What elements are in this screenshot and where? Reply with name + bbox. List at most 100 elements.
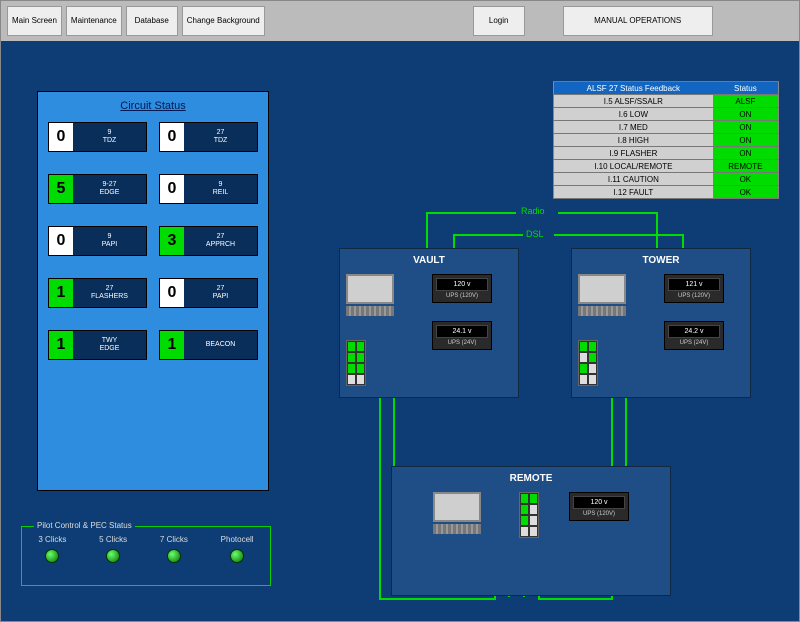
switch-port [356,363,365,374]
wire [558,212,658,214]
dsl-link-label: DSL [526,229,544,239]
circuit-tile[interactable]: 09REIL [159,174,258,204]
pilot-item-label: Photocell [221,535,254,544]
wire [379,598,496,600]
switch-port [529,526,538,537]
radio-link-label: Radio [521,206,545,216]
feedback-row-value: ON [713,134,779,147]
feedback-row-value: ON [713,147,779,160]
circuit-tile[interactable]: 1TWYEDGE [48,330,147,360]
switch-port [520,504,529,515]
feedback-row-label: I.11 CAUTION [554,173,713,186]
switch-port [529,515,538,526]
monitor-icon [346,274,402,322]
wire [453,234,523,236]
database-button[interactable]: Database [126,6,178,36]
circuit-tile[interactable]: 127FLASHERS [48,278,147,308]
circuit-count: 1 [160,331,184,359]
vault-node: VAULT 120 v UPS (120V) 24.1 v UPS (24V) [339,248,519,398]
pilot-item: 3 Clicks [38,535,66,563]
ups-120v: 120 v UPS (120V) [432,274,492,303]
switch-port [520,526,529,537]
wire [656,212,658,248]
switch-port [529,504,538,515]
circuit-label: 27APPRCH [184,227,257,255]
manual-operations-button[interactable]: MANUAL OPERATIONS [563,6,713,36]
pilot-control-panel: Pilot Control & PEC Status 3 Clicks5 Cli… [21,526,271,586]
wire [538,596,540,600]
feedback-row-value: ON [713,108,779,121]
switch-port [520,493,529,504]
circuit-tile[interactable]: 09TDZ [48,122,147,152]
circuit-label: 27FLASHERS [73,279,146,307]
circuit-tile[interactable]: 027TDZ [159,122,258,152]
circuit-count: 5 [49,175,73,203]
circuit-label: 9PAPI [73,227,146,255]
feedback-row-label: I.9 FLASHER [554,147,713,160]
circuit-tile[interactable]: 027PAPI [159,278,258,308]
switch-icon [578,340,598,386]
ups-120v: 121 v UPS (120V) [664,274,724,303]
feedback-row-label: I.6 LOW [554,108,713,121]
ups-120v: 120 v UPS (120V) [569,492,629,521]
circuit-count: 1 [49,331,73,359]
circuit-count: 0 [49,123,73,151]
circuit-count: 1 [49,279,73,307]
switch-port [579,363,588,374]
switch-port [579,341,588,352]
main-screen-button[interactable]: Main Screen [7,6,62,36]
circuit-label: 27PAPI [184,279,257,307]
feedback-row-value: ALSF [713,95,779,108]
tower-title: TOWER [578,255,744,266]
wire [379,398,381,598]
wire [453,234,455,248]
circuit-tile[interactable]: 327APPRCH [159,226,258,256]
pilot-item: Photocell [221,535,254,563]
switch-port [588,363,597,374]
maintenance-button[interactable]: Maintenance [66,6,122,36]
ups-voltage: 24.1 v [436,325,488,338]
login-button[interactable]: Login [473,6,525,36]
circuit-tile[interactable]: 09PAPI [48,226,147,256]
change-background-button[interactable]: Change Background [182,6,265,36]
circuit-label: 27TDZ [184,123,257,151]
circuit-count: 0 [160,175,184,203]
led-icon [230,549,244,563]
switch-port [347,352,356,363]
switch-port [356,352,365,363]
switch-icon [519,492,539,538]
wire [426,212,516,214]
feedback-row-label: I.10 LOCAL/REMOTE [554,160,713,173]
monitor-icon [433,492,489,540]
ups-24v: 24.1 v UPS (24V) [432,321,492,350]
ups-label: UPS (24V) [668,340,720,346]
switch-port [588,352,597,363]
switch-port [356,374,365,385]
feedback-row-value: OK [713,173,779,186]
circuit-tile[interactable]: 1BEACON [159,330,258,360]
remote-title: REMOTE [406,473,656,484]
feedback-row-value: OK [713,186,779,199]
wire [426,212,428,248]
wire [554,234,684,236]
switch-port [356,341,365,352]
circuit-tile[interactable]: 59-27EDGE [48,174,147,204]
switch-port [579,374,588,385]
wire [682,234,684,248]
ups-label: UPS (24V) [436,340,488,346]
feedback-row-label: I.5 ALSF/SSALR [554,95,713,108]
switch-port [520,515,529,526]
feedback-header-status: Status [713,82,779,95]
ups-voltage: 121 v [668,278,720,291]
top-toolbar: Main Screen Maintenance Database Change … [1,1,799,41]
led-icon [167,549,181,563]
circuit-label: 9-27EDGE [73,175,146,203]
vault-title: VAULT [346,255,512,266]
circuit-label: 9TDZ [73,123,146,151]
switch-port [529,493,538,504]
remote-node: REMOTE 120 v UPS (120V) [391,466,671,596]
feedback-row-label: I.12 FAULT [554,186,713,199]
pilot-control-title: Pilot Control & PEC Status [34,521,135,530]
switch-icon [346,340,366,386]
feedback-row-value: ON [713,121,779,134]
